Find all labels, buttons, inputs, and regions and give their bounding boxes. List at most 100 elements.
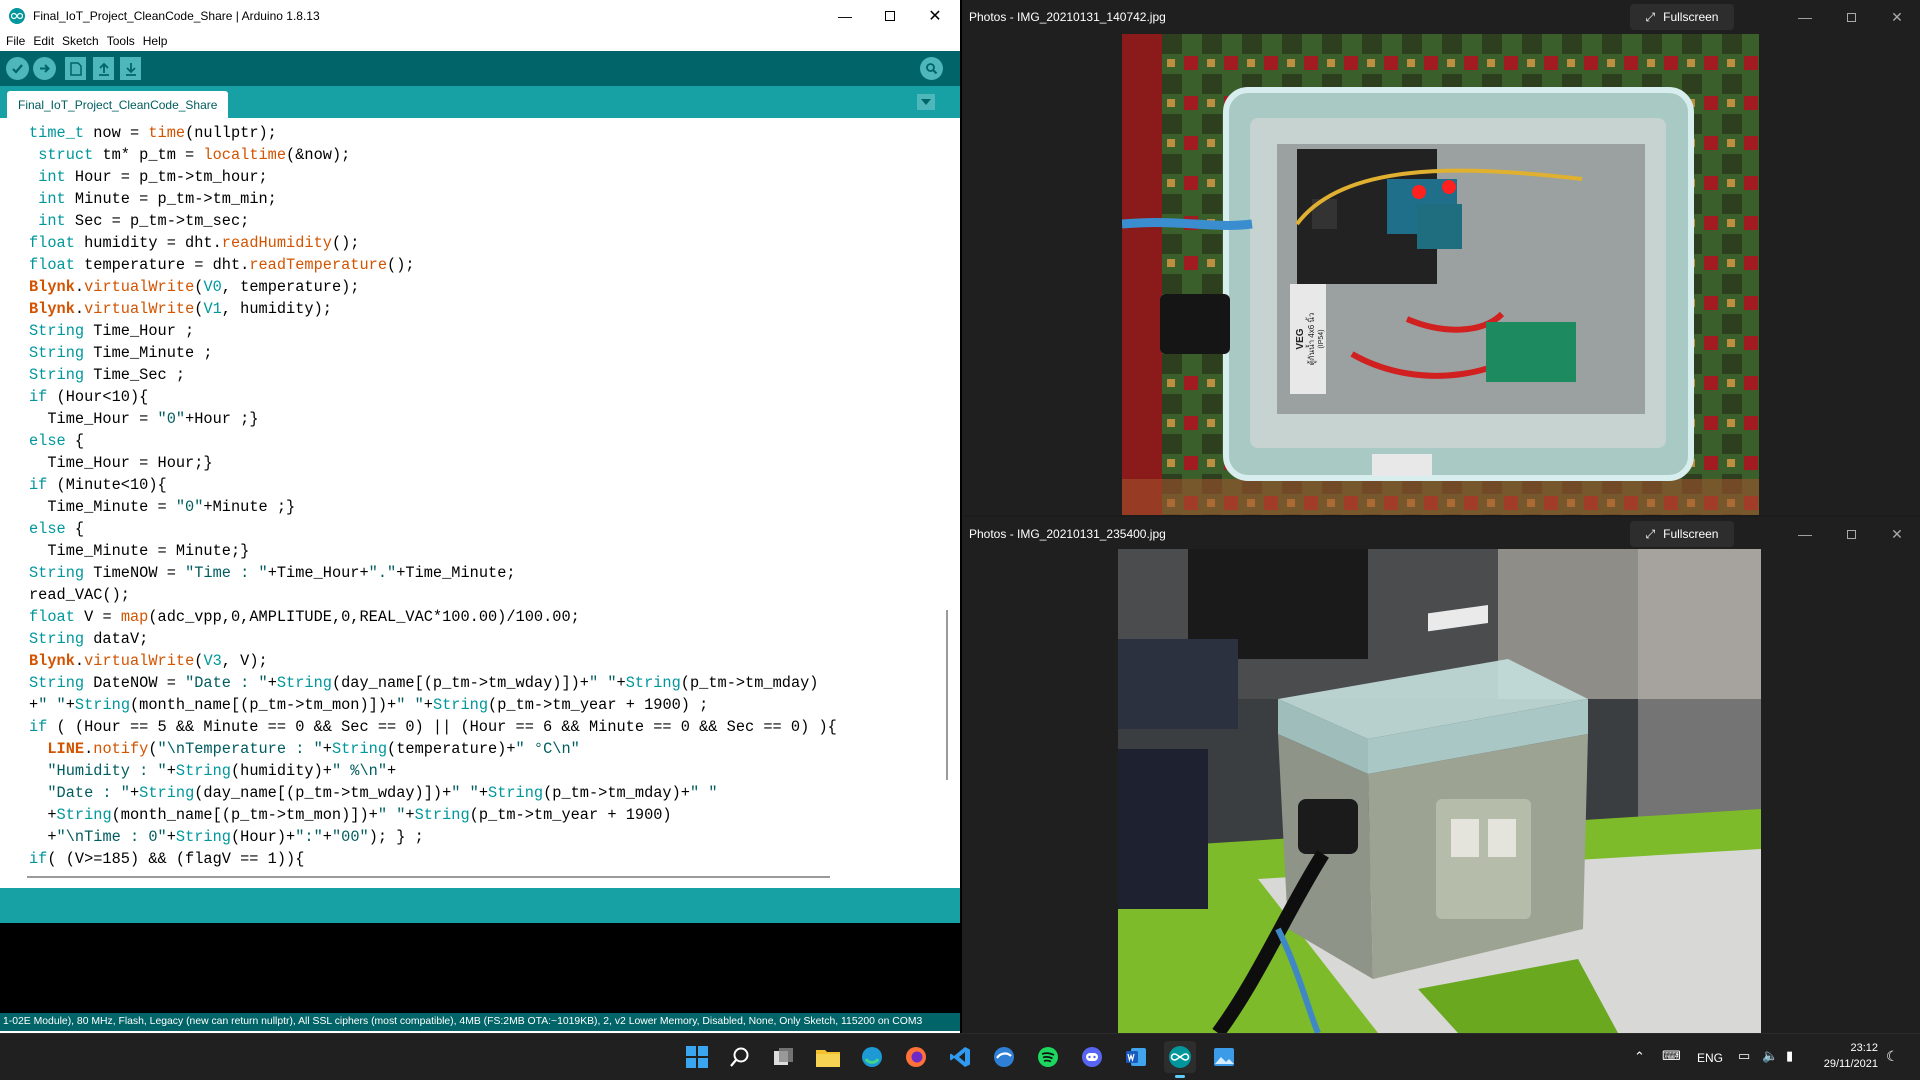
code-line[interactable]: +"\nTime : 0"+String(Hour)+":"+"00"); } …	[29, 826, 837, 848]
code-line[interactable]: if (Minute<10){	[29, 474, 837, 496]
menu-file[interactable]: File	[6, 34, 25, 48]
code-editor[interactable]: time_t now = time(nullptr); struct tm* p…	[0, 118, 960, 888]
code-line[interactable]: time_t now = time(nullptr);	[29, 122, 837, 144]
code-line[interactable]: if ( (Hour == 5 && Minute == 0 && Sec ==…	[29, 716, 837, 738]
edge-icon[interactable]	[856, 1041, 888, 1073]
fullscreen-button[interactable]: ⤢ Fullscreen	[1630, 4, 1734, 30]
close-button[interactable]: ✕	[1874, 0, 1920, 34]
menu-help[interactable]: Help	[143, 34, 168, 48]
close-button[interactable]: ✕	[1874, 517, 1920, 551]
fullscreen-label: Fullscreen	[1663, 527, 1719, 541]
tab-menu-chevron-down-icon[interactable]	[917, 94, 935, 110]
code-line[interactable]: +String(month_name[(p_tm->tm_mon)])+" "+…	[29, 804, 837, 826]
code-line[interactable]: float V = map(adc_vpp,0,AMPLITUDE,0,REAL…	[29, 606, 837, 628]
vscode-icon[interactable]	[944, 1041, 976, 1073]
box-label-rating: (IP54)	[1318, 329, 1325, 348]
fullscreen-button[interactable]: ⤢ Fullscreen	[1630, 521, 1734, 547]
save-icon[interactable]	[120, 57, 141, 80]
discord-icon[interactable]	[1076, 1041, 1108, 1073]
photos-window-bottom: Photos - IMG_20210131_235400.jpg ⤢ Fulls…	[962, 517, 1920, 1033]
code-line[interactable]: struct tm* p_tm = localtime(&now);	[29, 144, 837, 166]
spotify-icon[interactable]	[1032, 1041, 1064, 1073]
code-line[interactable]: "Date : "+String(day_name[(p_tm->tm_wday…	[29, 782, 837, 804]
start-icon[interactable]	[681, 1041, 713, 1073]
code-line[interactable]: +" "+String(month_name[(p_tm->tm_mon)])+…	[29, 694, 837, 716]
photos-icon[interactable]	[1208, 1041, 1240, 1073]
code-line[interactable]: else {	[29, 518, 837, 540]
photos-titlebar[interactable]: Photos - IMG_20210131_140742.jpg ⤢ Fulls…	[962, 0, 1920, 34]
maximize-button[interactable]	[1828, 0, 1874, 34]
photos-titlebar[interactable]: Photos - IMG_20210131_235400.jpg ⤢ Fulls…	[962, 517, 1920, 551]
code-line[interactable]: int Minute = p_tm->tm_min;	[29, 188, 837, 210]
battery-icon[interactable]: ▮	[1786, 1048, 1793, 1064]
upload-icon[interactable]	[33, 57, 56, 80]
code-line[interactable]: "Humidity : "+String(humidity)+" %\n"+	[29, 760, 837, 782]
menu-tools[interactable]: Tools	[107, 34, 135, 48]
code-line[interactable]: Time_Hour = Hour;}	[29, 452, 837, 474]
code-line[interactable]: int Hour = p_tm->tm_hour;	[29, 166, 837, 188]
arduino-titlebar[interactable]: Final_IoT_Project_CleanCode_Share | Ardu…	[0, 0, 960, 31]
arduino-toolbar	[0, 51, 960, 86]
tab-sketch[interactable]: Final_IoT_Project_CleanCode_Share	[7, 91, 229, 118]
verify-icon[interactable]	[6, 57, 29, 80]
code-line[interactable]: float humidity = dht.readHumidity();	[29, 232, 837, 254]
minimize-button[interactable]: —	[1782, 517, 1828, 551]
code-line[interactable]: String DateNOW = "Date : "+String(day_na…	[29, 672, 837, 694]
input-language[interactable]: ENG	[1697, 1051, 1723, 1065]
horizontal-scrollbar[interactable]	[27, 876, 830, 878]
clock-time[interactable]: 23:12	[1822, 1042, 1878, 1054]
volume-icon[interactable]: 🔈	[1762, 1048, 1778, 1064]
clock-date[interactable]: 29/11/2021	[1810, 1058, 1878, 1070]
network-icon[interactable]: ▭	[1738, 1048, 1750, 1064]
photo-enclosure-side-view	[1118, 549, 1761, 1033]
console-output	[0, 923, 960, 1015]
code-line[interactable]: Blynk.virtualWrite(V3, V);	[29, 650, 837, 672]
file-explorer-icon[interactable]	[812, 1041, 844, 1073]
menu-sketch[interactable]: Sketch	[62, 34, 99, 48]
code-line[interactable]: String Time_Sec ;	[29, 364, 837, 386]
word-icon[interactable]	[1120, 1041, 1152, 1073]
search-icon[interactable]	[724, 1041, 756, 1073]
code-line[interactable]: String TimeNOW = "Time : "+Time_Hour+"."…	[29, 562, 837, 584]
menu-edit[interactable]: Edit	[33, 34, 54, 48]
code-line[interactable]: String dataV;	[29, 628, 837, 650]
code-area[interactable]: time_t now = time(nullptr); struct tm* p…	[29, 122, 837, 870]
code-line[interactable]: Time_Hour = "0"+Hour ;}	[29, 408, 837, 430]
code-line[interactable]: LINE.notify("\nTemperature : "+String(te…	[29, 738, 837, 760]
photo-enclosure-top-view: VEG ตู้กันน้ำ 4x6 นิ้ว (IP54)	[1122, 34, 1759, 515]
code-line[interactable]: Time_Minute = Minute;}	[29, 540, 837, 562]
app-globe-icon[interactable]	[988, 1041, 1020, 1073]
open-icon[interactable]	[93, 57, 114, 80]
code-line[interactable]: read_VAC();	[29, 584, 837, 606]
firefox-icon[interactable]	[900, 1041, 932, 1073]
code-line[interactable]: Blynk.virtualWrite(V1, humidity);	[29, 298, 837, 320]
fullscreen-label: Fullscreen	[1663, 10, 1719, 24]
tab-bar: Final_IoT_Project_CleanCode_Share	[0, 86, 960, 118]
code-line[interactable]: String Time_Hour ;	[29, 320, 837, 342]
code-line[interactable]: if (Hour<10){	[29, 386, 837, 408]
code-line[interactable]: float temperature = dht.readTemperature(…	[29, 254, 837, 276]
menu-bar: File Edit Sketch Tools Help	[0, 31, 960, 51]
code-line[interactable]: String Time_Minute ;	[29, 342, 837, 364]
serial-monitor-icon[interactable]	[920, 57, 943, 80]
chevron-up-icon[interactable]: ⌃	[1634, 1049, 1645, 1065]
close-button[interactable]: ✕	[912, 0, 958, 31]
expand-icon: ⤢	[1645, 9, 1656, 24]
maximize-button[interactable]	[867, 0, 913, 31]
box-label-brand: VEG	[1295, 328, 1306, 349]
new-icon[interactable]	[65, 57, 86, 80]
code-line[interactable]: Blynk.virtualWrite(V0, temperature);	[29, 276, 837, 298]
minimize-button[interactable]: —	[1782, 0, 1828, 34]
code-line[interactable]: else {	[29, 430, 837, 452]
code-line[interactable]: if( (V>=185) && (flagV == 1)){	[29, 848, 837, 870]
moon-icon[interactable]: ☾	[1886, 1048, 1899, 1065]
minimize-button[interactable]: —	[822, 0, 868, 31]
task-view-icon[interactable]	[768, 1041, 800, 1073]
code-line[interactable]: int Sec = p_tm->tm_sec;	[29, 210, 837, 232]
vertical-scrollbar[interactable]	[946, 610, 948, 780]
message-area	[0, 888, 960, 923]
code-line[interactable]: Time_Minute = "0"+Minute ;}	[29, 496, 837, 518]
arduino-icon[interactable]	[1164, 1041, 1196, 1078]
keyboard-icon[interactable]: ⌨	[1662, 1048, 1681, 1064]
maximize-button[interactable]	[1828, 517, 1874, 551]
